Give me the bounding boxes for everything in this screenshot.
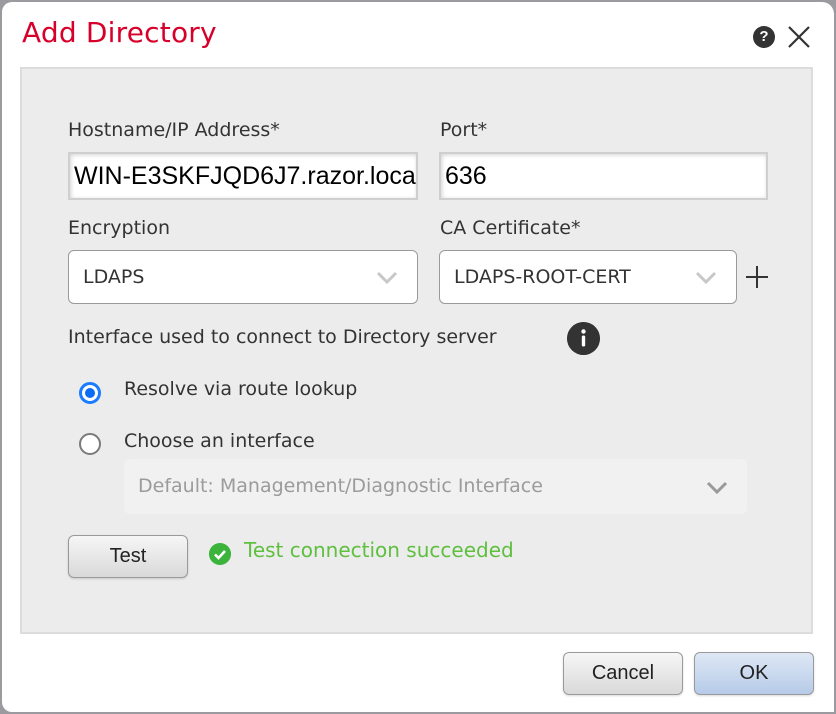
chevron-down-icon xyxy=(706,481,728,495)
test-status-message: Test connection succeeded xyxy=(244,538,514,562)
port-input[interactable]: 636 xyxy=(439,152,768,200)
interface-selected-value: Default: Management/Diagnostic Interface xyxy=(138,475,543,497)
test-button[interactable]: Test xyxy=(68,535,188,578)
hostname-label: Hostname/IP Address* xyxy=(68,119,280,141)
help-icon[interactable]: ? xyxy=(753,26,775,48)
cancel-button[interactable]: Cancel xyxy=(563,652,683,695)
dialog-title: Add Directory xyxy=(22,16,217,49)
chevron-down-icon xyxy=(695,271,717,285)
ca-certificate-label: CA Certificate* xyxy=(440,217,581,239)
ca-certificate-selected-value: LDAPS-ROOT-CERT xyxy=(454,266,631,288)
radio-resolve-via-route-lookup[interactable] xyxy=(79,382,101,404)
ca-certificate-select[interactable]: LDAPS-ROOT-CERT xyxy=(439,250,737,304)
hostname-input[interactable]: WIN-E3SKFJQD6J7.razor.local xyxy=(68,152,418,200)
interface-select: Default: Management/Diagnostic Interface xyxy=(124,459,747,514)
info-icon[interactable] xyxy=(567,322,600,355)
success-check-icon xyxy=(209,543,231,565)
encryption-label: Encryption xyxy=(68,217,171,239)
chevron-down-icon xyxy=(376,271,398,285)
interface-section-label: Interface used to connect to Directory s… xyxy=(68,326,497,348)
close-icon[interactable] xyxy=(786,24,812,50)
radio-choose-interface[interactable] xyxy=(79,433,101,455)
encryption-selected-value: LDAPS xyxy=(83,266,145,288)
port-label: Port* xyxy=(440,119,488,141)
radio-label-resolve[interactable]: Resolve via route lookup xyxy=(124,378,357,400)
ok-button[interactable]: OK xyxy=(694,652,814,695)
add-certificate-plus-icon[interactable] xyxy=(745,265,769,289)
radio-label-choose[interactable]: Choose an interface xyxy=(124,430,315,452)
encryption-select[interactable]: LDAPS xyxy=(68,250,418,304)
